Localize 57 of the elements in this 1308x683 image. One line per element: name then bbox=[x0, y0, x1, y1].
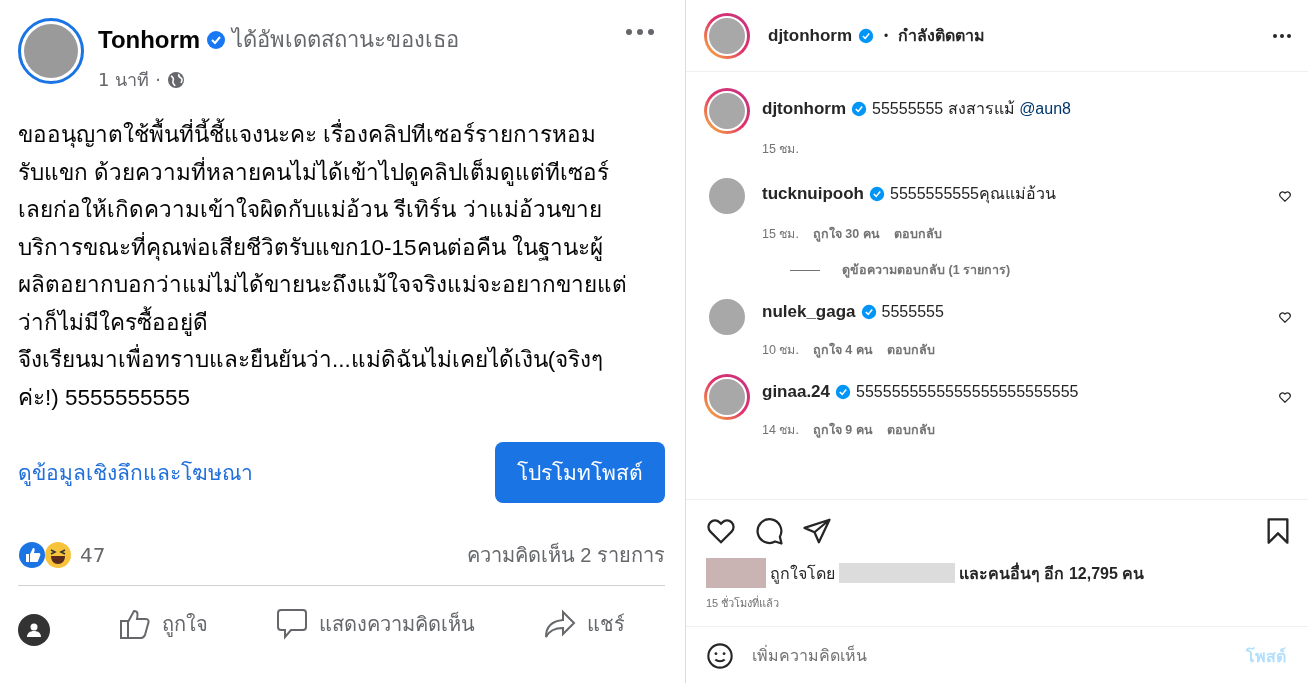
laughing-reaction-icon bbox=[44, 541, 72, 569]
commenter-username[interactable]: ginaa.24 bbox=[762, 382, 831, 402]
send-icon[interactable] bbox=[802, 516, 832, 546]
comment-action-button[interactable]: แสดงความคิดเห็น bbox=[275, 607, 476, 641]
blurred-avatars bbox=[706, 558, 766, 588]
comment-time[interactable]: 10 ชม. bbox=[762, 340, 799, 360]
user-avatar-icon[interactable] bbox=[18, 614, 50, 646]
comment-text: 55555555 สงสารแม้ @aun8 bbox=[872, 99, 1071, 119]
comment-text: 5555555 bbox=[881, 303, 944, 321]
globe-icon bbox=[166, 70, 185, 89]
post-age[interactable]: 15 ชั่วโมงที่แล้ว bbox=[706, 594, 1292, 612]
share-action-button[interactable]: แชร์ bbox=[542, 607, 625, 641]
comment-time[interactable]: 14 ชม. bbox=[762, 420, 799, 440]
commenter-username[interactable]: tucknuipooh bbox=[762, 183, 864, 204]
mention-link[interactable]: @aun8 bbox=[1019, 100, 1071, 117]
heart-icon[interactable] bbox=[1278, 310, 1292, 324]
profile-avatar[interactable] bbox=[704, 12, 750, 59]
reaction-count[interactable]: 47 bbox=[80, 543, 106, 567]
comment-time[interactable]: 15 ชม. bbox=[762, 139, 799, 159]
more-options-icon[interactable] bbox=[1272, 32, 1292, 39]
thumbs-up-icon bbox=[117, 607, 152, 641]
liked-by-others[interactable]: และคนอื่นๆ อีก 12,795 คน bbox=[959, 560, 1145, 586]
profile-avatar[interactable] bbox=[18, 18, 84, 84]
like-reaction-icon bbox=[18, 541, 46, 569]
comment-count[interactable]: ความคิดเห็น 2 รายการ bbox=[466, 539, 665, 571]
heart-icon[interactable] bbox=[1278, 390, 1292, 404]
promote-post-button[interactable]: โปรโมทโพสต์ bbox=[495, 442, 665, 503]
comment-time[interactable]: 15 ชม. bbox=[762, 224, 799, 244]
comment-text: 5555555555555555555555555 bbox=[856, 383, 1079, 401]
comment-text: 5555555555คุณแม่อ้วน bbox=[890, 184, 1056, 206]
post-time[interactable]: 1 นาที bbox=[98, 65, 150, 94]
heart-icon[interactable] bbox=[706, 516, 736, 546]
insights-link[interactable]: ดูข้อมูลเชิงลึกและโฆษณา bbox=[18, 456, 253, 489]
commenter-avatar[interactable] bbox=[704, 374, 750, 420]
comment-likes[interactable]: ถูกใจ 4 คน bbox=[812, 340, 873, 360]
liked-by-label: ถูกใจโดย bbox=[770, 563, 835, 586]
emoji-icon[interactable] bbox=[706, 642, 734, 670]
like-action-button[interactable]: ถูกใจ bbox=[117, 607, 208, 641]
commenter-avatar[interactable] bbox=[704, 88, 750, 134]
comment-icon[interactable] bbox=[754, 516, 784, 546]
following-status[interactable]: กำลังติดตาม bbox=[898, 23, 986, 48]
username[interactable]: djtonhorm bbox=[768, 25, 853, 46]
reply-link[interactable]: ตอบกลับ bbox=[886, 340, 935, 360]
heart-icon[interactable] bbox=[1278, 189, 1292, 203]
post-text: ขออนุญาตใช้พื้นที่นี้ชี้แจงนะคะ เรื่องคลิปทีเซอร์รายการหอมรับแขก ด้วยความที่หลายคนไม่ได้เข้าไปดูคลิปเต็มดูแต่ทีเซอร์เลยก่อให้เกิดความเข้าใจผิดกับแม่อ้วน รีเทิร์น ว่าแม่อ้วนขายบริการขณะที่คุณพ่อเสียชีวิตรับแขก10-15คนต่อคืน ในฐานะผู้ผลิตอยากบอกว่าแม่ไม่ได้ขายนะถึงแม้ใจจริงแม่จะอยากขายแต่ว่าก็ไม่มีใครซื้ออยู่ดี จึงเรียนมาเพื่อทราบและยืนยันว่า...แม่ดิฉันไม่เคยได้เงิน(จริงๆค่ะ!) 5555555555 bbox=[18, 116, 643, 416]
view-replies-link[interactable]: ดูข้อความตอบกลับ (1 รายการ) bbox=[842, 260, 1011, 280]
status-action-text: ได้อัพเดตสถานะของเธอ bbox=[232, 26, 460, 54]
comment-likes[interactable]: ถูกใจ 9 คน bbox=[812, 420, 873, 440]
commenter-username[interactable]: nulek_gaga bbox=[762, 302, 856, 322]
commenter-username[interactable]: djtonhorm bbox=[762, 98, 847, 119]
reply-link[interactable]: ตอบกลับ bbox=[893, 224, 942, 244]
speech-bubble-icon bbox=[275, 607, 310, 641]
reply-link[interactable]: ตอบกลับ bbox=[886, 420, 935, 440]
separator-dot: · bbox=[155, 69, 161, 90]
comment-likes[interactable]: ถูกใจ 30 คน bbox=[812, 224, 880, 244]
separator-dot: • bbox=[884, 28, 889, 43]
author-name[interactable]: Tonhorm bbox=[98, 25, 201, 54]
